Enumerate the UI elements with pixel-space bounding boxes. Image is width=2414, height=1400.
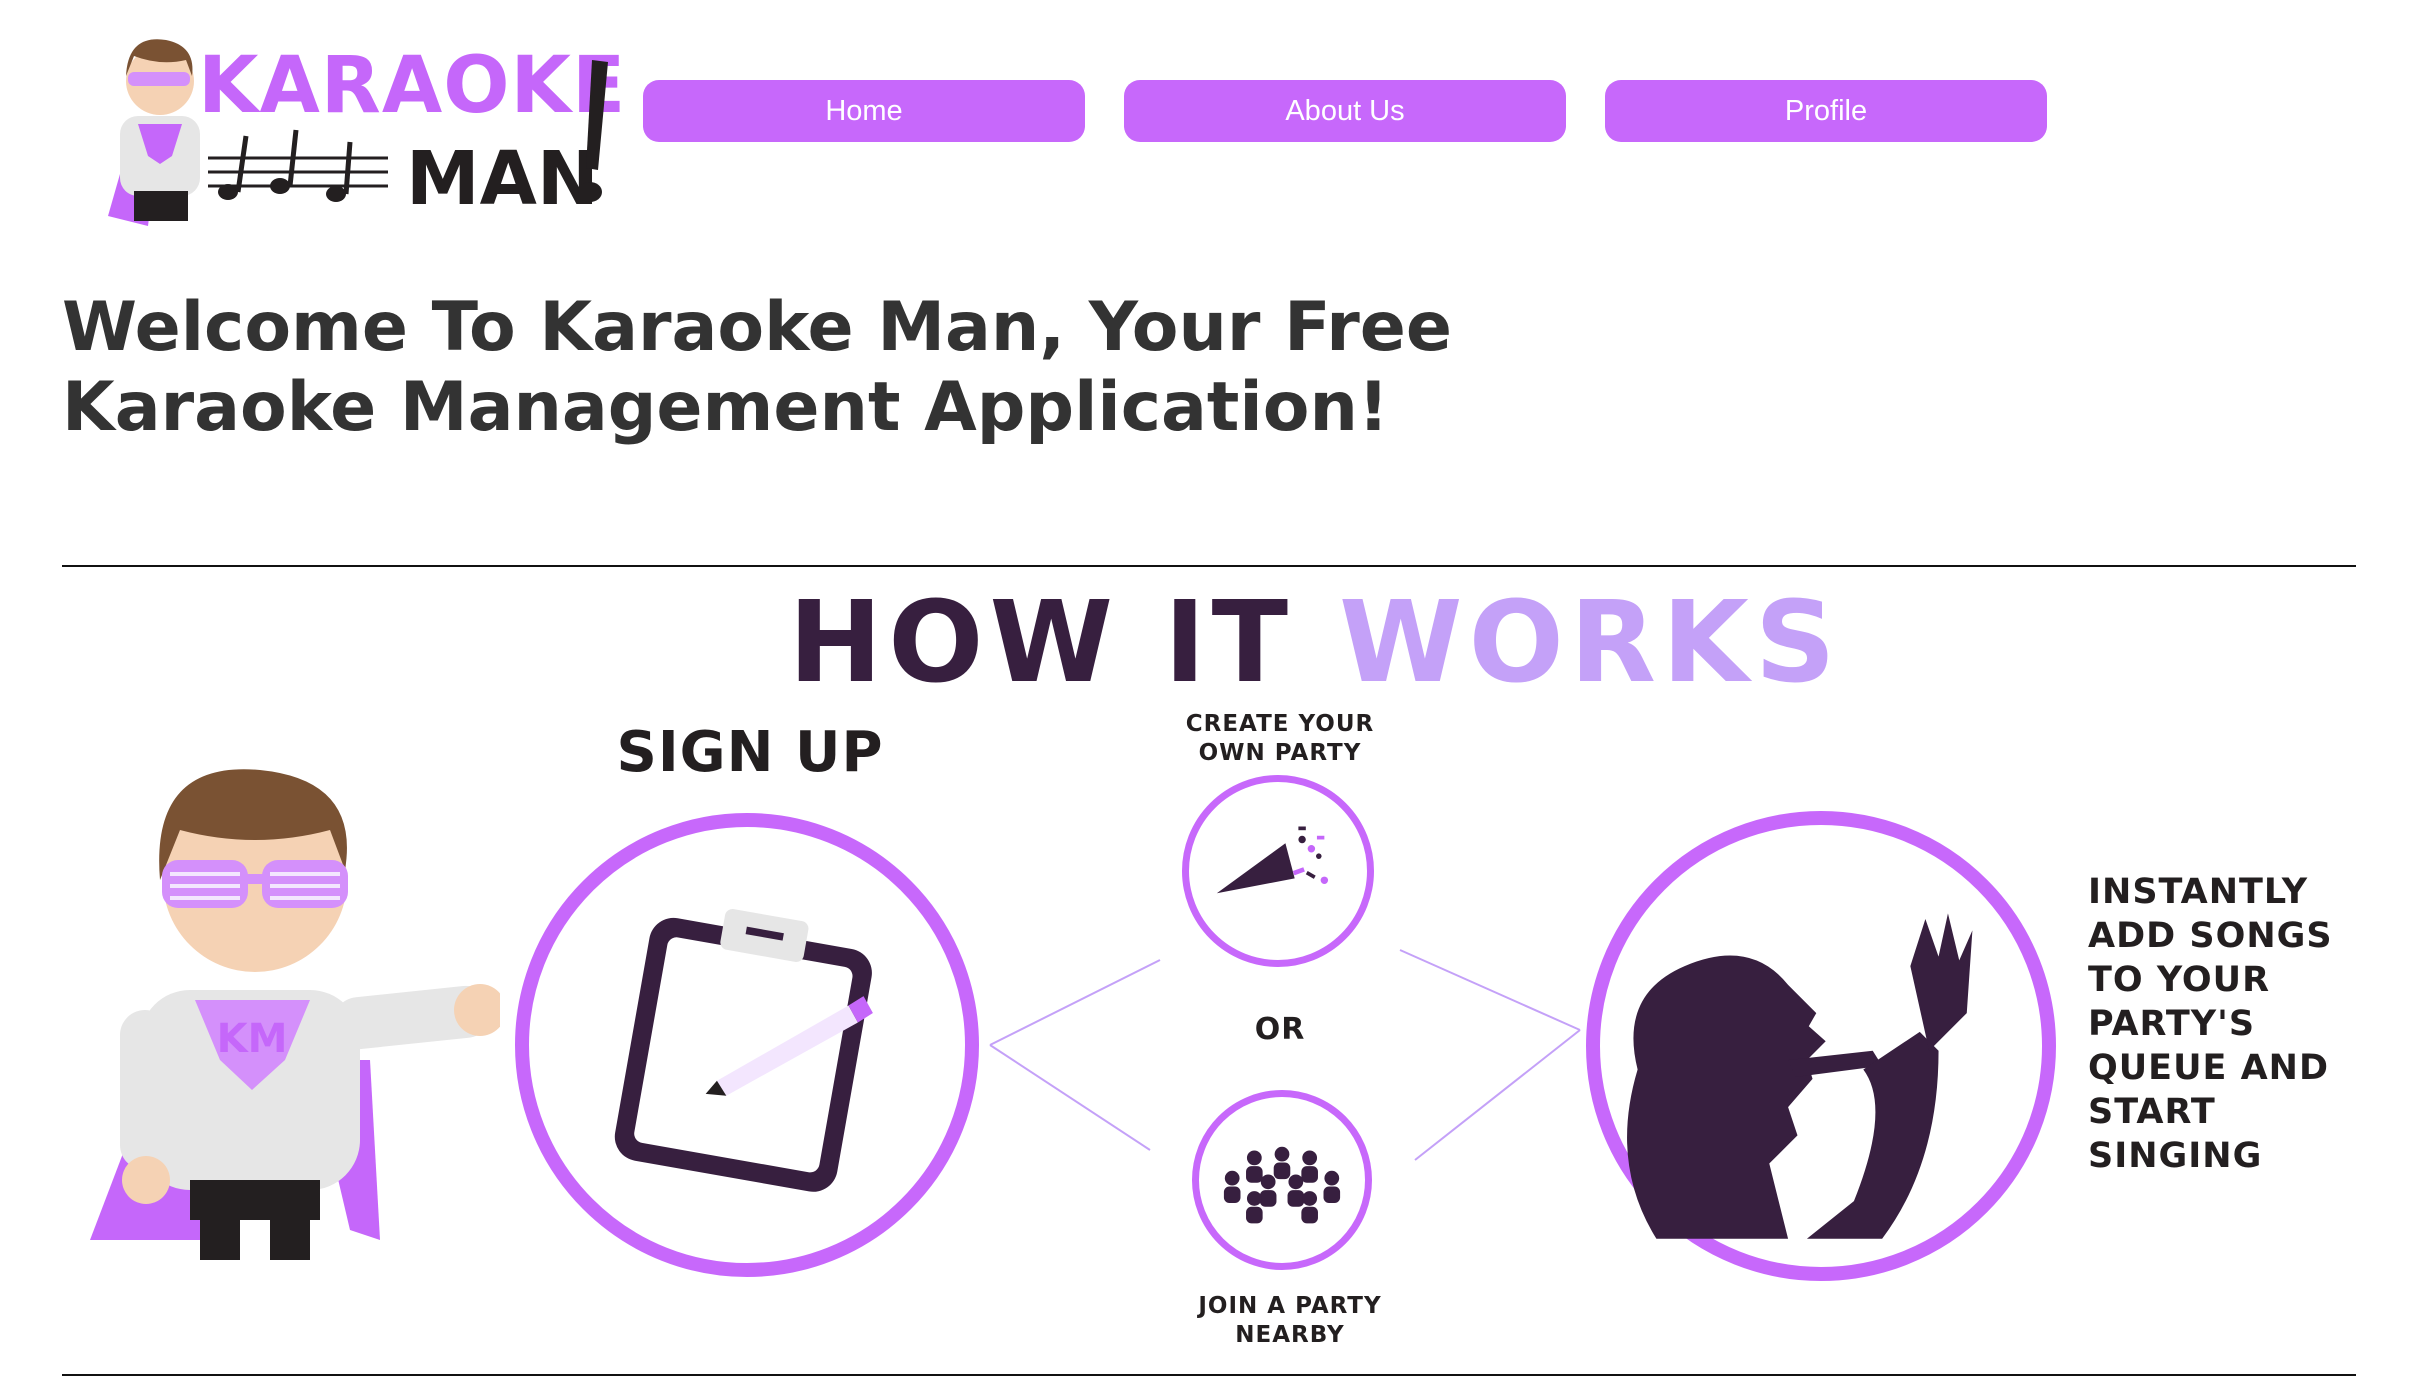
logo-graphic: KARAOKE MAN xyxy=(108,39,626,226)
divider-bottom xyxy=(62,1374,2356,1376)
divider-top xyxy=(62,565,2356,567)
svg-text:KM: KM xyxy=(217,1016,288,1062)
nav-home-button[interactable]: Home xyxy=(643,80,1085,142)
step-signup-circle xyxy=(515,813,979,1277)
step-join-party-label: JOIN A PARTY NEARBY xyxy=(1198,1293,1382,1348)
how-it-works-title: HOW IT WORKS xyxy=(0,578,2414,708)
nav-profile-button[interactable]: Profile xyxy=(1605,80,2047,142)
step-signup-label: SIGN UP xyxy=(616,720,884,785)
crowd-icon xyxy=(1223,1146,1341,1224)
step-create-party-circle xyxy=(1182,775,1374,967)
how-it-works-title-part2: WORKS xyxy=(1339,578,1842,708)
svg-text:MAN: MAN xyxy=(406,136,599,222)
step-sing-label: INSTANTLY ADD SONGS TO YOUR PARTY'S QUEU… xyxy=(2088,872,2333,1176)
party-popper-icon xyxy=(1216,826,1329,894)
clipboard-pencil-icon xyxy=(614,908,873,1192)
nav-about-us-button[interactable]: About Us xyxy=(1124,80,1566,142)
singer-silhouette-icon xyxy=(1627,913,1973,1239)
how-it-works-title-part1: HOW IT xyxy=(788,578,1295,708)
karaoke-man-logo[interactable]: KARAOKE MAN xyxy=(88,26,628,232)
step-sing-circle xyxy=(1586,811,2056,1281)
svg-text:KARAOKE: KARAOKE xyxy=(198,41,626,131)
step-create-party-label: CREATE YOUR OWN PARTY xyxy=(1185,711,1375,766)
or-label: OR xyxy=(1254,1012,1306,1047)
mascot-illustration: KM xyxy=(80,760,506,1260)
step-join-party-circle xyxy=(1192,1090,1372,1270)
page-title: Welcome To Karaoke Man, Your Free Karaok… xyxy=(62,288,1453,447)
